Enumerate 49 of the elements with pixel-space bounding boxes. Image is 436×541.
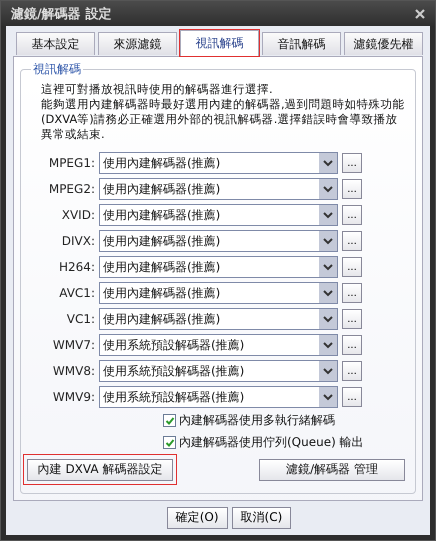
decoder-label: MPEG1: <box>48 156 95 170</box>
decoder-label: VC1: <box>66 312 95 326</box>
more-button[interactable]: ... <box>342 387 362 408</box>
decoder-dropdown[interactable]: 使用內建解碼器(推薦) <box>99 282 338 304</box>
decoder-label: AVC1: <box>58 286 95 300</box>
decoder-dropdown[interactable]: 使用系統預設解碼器(推薦) <box>99 386 338 408</box>
action-button[interactable]: 內建 DXVA 解碼器設定 <box>27 458 173 481</box>
dialog-button[interactable]: 確定(O) <box>166 506 228 529</box>
more-button[interactable]: ... <box>342 179 362 200</box>
decoder-label: MPEG2: <box>48 182 95 196</box>
decoder-label: WMV7: <box>52 338 95 352</box>
decoder-dropdown[interactable]: 使用內建解碼器(推薦) <box>99 178 338 200</box>
decoder-dropdown[interactable]: 使用內建解碼器(推薦) <box>99 230 338 252</box>
decoder-label: DIVX: <box>60 234 95 248</box>
decoder-dropdown[interactable]: 使用內建解碼器(推薦) <box>99 152 338 174</box>
tab[interactable]: 基本設定 <box>16 32 95 56</box>
description-text: 這裡可對播放視訊時使用的解碼器進行選擇. <box>41 82 274 98</box>
checkbox-label: 內建解碼器使用佇列(Queue) 輸出 <box>179 434 364 452</box>
description-text: 能夠選用內建解碼器時最好選用內建的解碼器,過到問題時如特殊功能 <box>41 97 406 112</box>
decoder-dropdown[interactable]: 使用系統預設解碼器(推薦) <box>99 360 338 382</box>
more-button[interactable]: ... <box>342 153 362 174</box>
checkbox[interactable] <box>163 414 176 428</box>
more-button[interactable]: ... <box>342 283 362 304</box>
decoder-label: XVID: <box>60 208 95 222</box>
tab[interactable]: 濾鏡優先權 <box>344 32 423 56</box>
checkbox-label: 內建解碼器使用多執行緒解碼 <box>179 412 335 430</box>
window-title: 濾鏡/解碼器 設定 <box>11 6 112 23</box>
action-button[interactable]: 濾鏡/解碼器 管理 <box>259 458 405 481</box>
more-button[interactable]: ... <box>342 361 362 382</box>
decoder-label: H264: <box>58 260 95 274</box>
more-button[interactable]: ... <box>342 335 362 356</box>
decoder-dropdown[interactable]: 使用內建解碼器(推薦) <box>99 308 338 330</box>
more-button[interactable]: ... <box>342 231 362 252</box>
more-button[interactable]: ... <box>342 205 362 226</box>
more-button[interactable]: ... <box>342 257 362 278</box>
decoder-dropdown[interactable]: 使用內建解碼器(推薦) <box>99 256 338 278</box>
tab[interactable]: 視訊解碼 <box>180 30 259 56</box>
tab[interactable]: 來源濾鏡 <box>98 32 177 56</box>
decoder-dropdown[interactable]: 使用系統預設解碼器(推薦) <box>99 334 338 356</box>
description-text: 異常或結束. <box>41 127 106 142</box>
decoder-label: WMV8: <box>52 364 95 378</box>
description-text: (DXVA等)請務必正確選用外部的視訊解碼器.選擇錯誤時會導致播放 <box>41 112 398 128</box>
tab[interactable]: 音訊解碼 <box>262 32 341 56</box>
decoder-dropdown[interactable]: 使用內建解碼器(推薦) <box>99 204 338 226</box>
close-icon[interactable] <box>415 8 425 19</box>
more-button[interactable]: ... <box>342 309 362 330</box>
checkbox[interactable] <box>163 436 176 450</box>
dialog-button[interactable]: 取消(C) <box>232 506 292 529</box>
decoder-label: WMV9: <box>52 390 95 404</box>
